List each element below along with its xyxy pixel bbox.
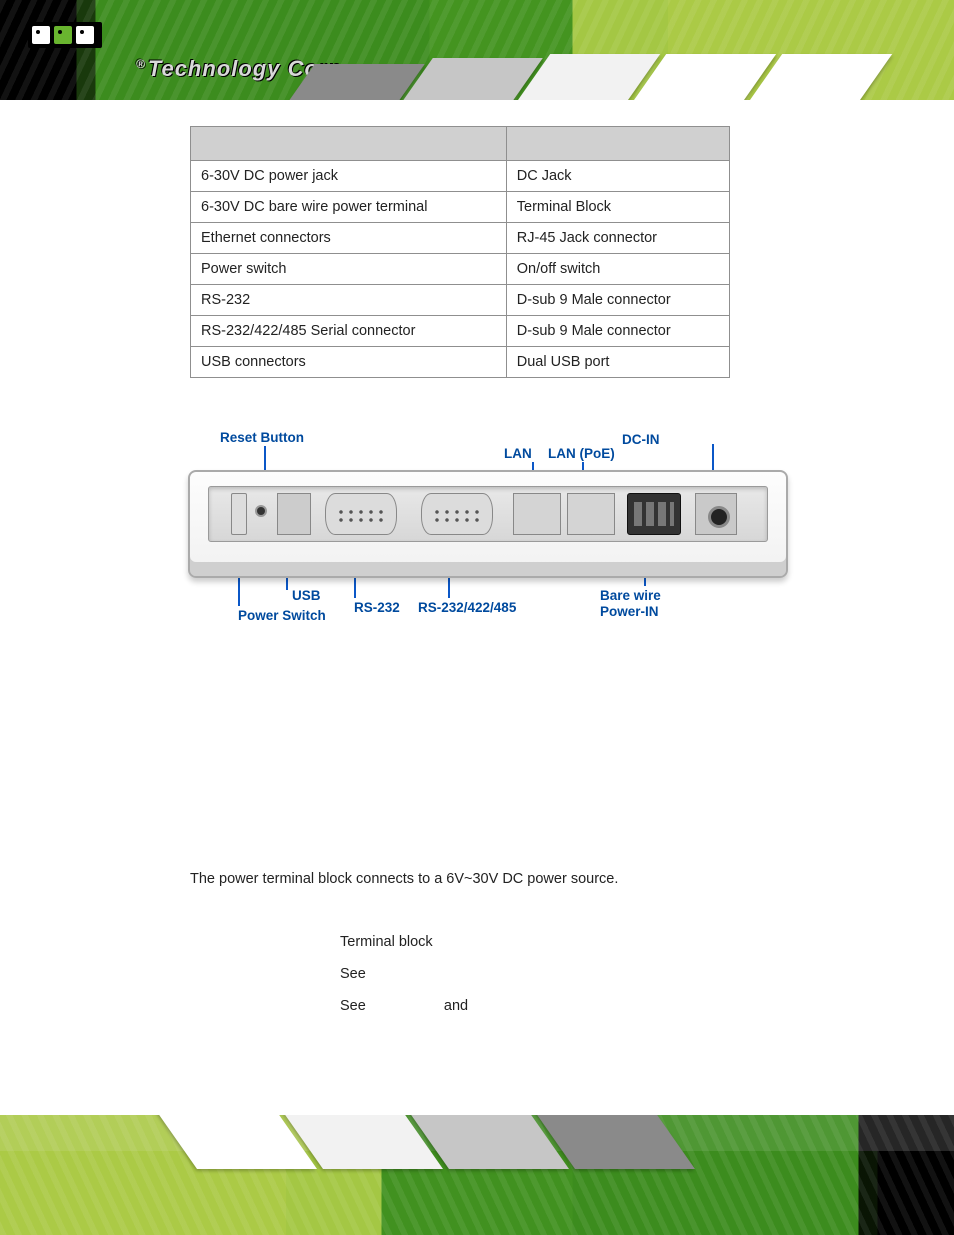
callout-rs232: RS-232 [354,600,400,615]
page-content: 6-30V DC power jackDC Jack 6-30V DC bare… [0,100,954,1023]
io-panel-diagram: Reset Button LAN LAN (PoE) DC-IN USB Pow… [184,436,804,636]
callout-lan-poe: LAN (PoE) [548,446,615,461]
registered-mark: ® [136,57,146,71]
rj45-port-icon [513,493,561,535]
table-row: 6-30V DC power jackDC Jack [191,161,730,192]
cell-right: On/off switch [506,254,729,285]
bottom-chevrons-icon [176,1115,674,1169]
db9-port-icon [421,493,493,535]
table-row: RS-232D-sub 9 Male connector [191,285,730,316]
callout-rs232-422-485: RS-232/422/485 [418,600,516,615]
device-chassis-icon [188,470,788,578]
spec-list: Terminal block See See and [340,927,764,1023]
db9-port-icon [325,493,397,535]
callout-reset: Reset Button [220,430,304,445]
dc-jack-icon [695,493,737,535]
cell-left: Ethernet connectors [191,223,507,254]
spec-line: Terminal block [340,927,764,959]
cell-left: Power switch [191,254,507,285]
table-row: USB connectorsDual USB port [191,347,730,378]
table-row: RS-232/422/485 Serial connectorD-sub 9 M… [191,316,730,347]
cell-left: RS-232 [191,285,507,316]
table-header-left [191,127,507,161]
callout-dc-in: DC-IN [622,432,660,447]
top-chevrons-icon [300,56,940,100]
callout-lan: LAN [504,446,532,461]
io-plate-icon [208,486,768,542]
cell-left: RS-232/422/485 Serial connector [191,316,507,347]
cell-left: USB connectors [191,347,507,378]
table-header-right [506,127,729,161]
description-paragraph: The power terminal block connects to a 6… [190,871,764,887]
cell-left: 6-30V DC bare wire power terminal [191,192,507,223]
cell-right: RJ-45 Jack connector [506,223,729,254]
cell-right: D-sub 9 Male connector [506,316,729,347]
callout-bare-wire-1: Bare wire [600,588,661,603]
reset-button-icon [255,505,267,517]
connectors-table: 6-30V DC power jackDC Jack 6-30V DC bare… [190,126,730,378]
usb-port-icon [277,493,311,535]
spec-line: See [340,959,764,991]
cell-right: DC Jack [506,161,729,192]
logo-block: ®Technology Corp. [28,22,328,82]
callout-usb: USB [292,588,321,603]
cell-left: 6-30V DC power jack [191,161,507,192]
spec-line-part: and [444,998,468,1014]
iei-logo-icon [28,22,102,48]
callout-power-switch: Power Switch [238,608,326,623]
spec-line-part: See [340,998,366,1014]
spec-line: See and [340,991,764,1023]
cell-right: Terminal Block [506,192,729,223]
table-row: Power switchOn/off switch [191,254,730,285]
power-switch-icon [231,493,247,535]
table-row: 6-30V DC bare wire power terminalTermina… [191,192,730,223]
terminal-block-icon [627,493,681,535]
table-row: Ethernet connectorsRJ-45 Jack connector [191,223,730,254]
rj45-port-icon [567,493,615,535]
table-header-row [191,127,730,161]
bottom-banner [0,1115,954,1235]
cell-right: Dual USB port [506,347,729,378]
cell-right: D-sub 9 Male connector [506,285,729,316]
callout-bare-wire-2: Power-IN [600,604,659,619]
top-banner: ®Technology Corp. [0,0,954,100]
